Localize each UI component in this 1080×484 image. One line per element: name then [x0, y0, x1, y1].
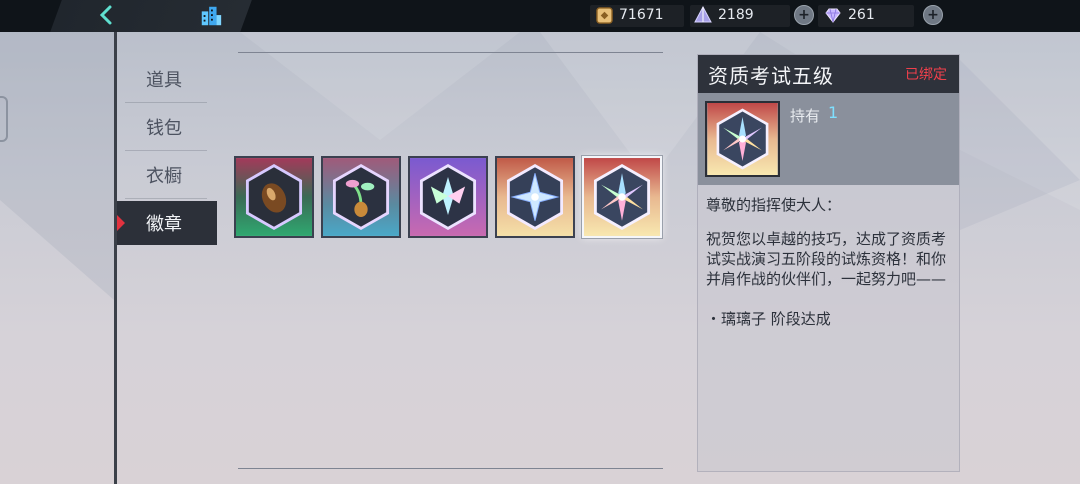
- crystal-leaf-badge-icon: [410, 158, 486, 236]
- crystal-star-badge-icon: [497, 158, 573, 236]
- detail-info-row: 持有 1: [698, 93, 959, 185]
- owned-label: 持有: [790, 107, 821, 125]
- nav-item-label: 钱包: [146, 118, 182, 139]
- nav-item-label: 徽章: [146, 214, 182, 235]
- crystal-flower-badge-icon: [584, 158, 660, 236]
- nav-item-items[interactable]: 道具: [117, 55, 217, 103]
- description-greeting: 尊敬的指挥使大人：: [706, 196, 842, 214]
- badge-slot[interactable]: [495, 156, 575, 238]
- badge-detail-panel: 资质考试五级 已绑定 持有 1 尊敬的指挥使大人： 祝贺您以卓越的技巧，达成了资…: [697, 54, 960, 472]
- diamond-value: 261: [848, 7, 875, 23]
- add-diamond-button[interactable]: +: [923, 5, 943, 25]
- crystal-pyramid-icon: [694, 6, 712, 24]
- coin-value: 71671: [619, 7, 664, 23]
- side-drawer-handle[interactable]: [0, 96, 8, 142]
- chevron-left-icon: [99, 5, 112, 25]
- detail-header: 资质考试五级 已绑定: [698, 55, 959, 93]
- badge-slot-selected[interactable]: [582, 156, 662, 238]
- description-body: 祝贺您以卓越的技巧，达成了资质考试实战演习五阶段的试炼资格！和你并肩作战的伙伴们…: [706, 230, 947, 288]
- bound-status-badge: 已绑定: [905, 67, 947, 83]
- diamond-icon: [824, 6, 842, 24]
- active-marker-icon: [117, 215, 125, 231]
- building-icon: [201, 6, 222, 26]
- badge-slot[interactable]: [321, 156, 401, 238]
- badge-grid: [234, 156, 662, 238]
- crystal-value: 2189: [718, 7, 754, 23]
- nav-item-wallet[interactable]: 钱包: [117, 103, 217, 151]
- back-button[interactable]: [92, 2, 120, 28]
- description-bullet: ・璃璃子 阶段达成: [706, 310, 831, 328]
- nav-item-label: 道具: [146, 70, 182, 91]
- nav-item-wardrobe[interactable]: 衣橱: [117, 151, 217, 199]
- badge-title: 资质考试五级: [708, 63, 834, 88]
- coin-counter: 71671: [595, 4, 664, 26]
- owned-count: 1: [828, 103, 839, 122]
- badge-slot[interactable]: [408, 156, 488, 238]
- sprout-badge-icon: [323, 158, 399, 236]
- nav-item-badges[interactable]: 徽章: [117, 201, 217, 245]
- badge-thumbnail: [705, 101, 780, 177]
- badge-slot[interactable]: [234, 156, 314, 238]
- seed-badge-icon: [236, 158, 312, 236]
- home-button[interactable]: [198, 3, 224, 29]
- top-bar: 71671 2189 + 261 +: [0, 0, 1080, 32]
- add-crystal-button[interactable]: +: [794, 5, 814, 25]
- category-nav: 道具 钱包 衣橱 徽章: [117, 55, 217, 245]
- nav-item-label: 衣橱: [146, 166, 182, 187]
- coin-icon: [595, 6, 613, 24]
- grid-divider-bottom: [238, 468, 663, 469]
- badge-description: 尊敬的指挥使大人： 祝贺您以卓越的技巧，达成了资质考试实战演习五阶段的试炼资格！…: [706, 195, 954, 349]
- crystal-counter: 2189: [694, 4, 754, 26]
- diamond-counter: 261: [824, 4, 875, 26]
- crystal-flower-badge-icon: [707, 103, 778, 175]
- grid-divider-top: [238, 52, 663, 53]
